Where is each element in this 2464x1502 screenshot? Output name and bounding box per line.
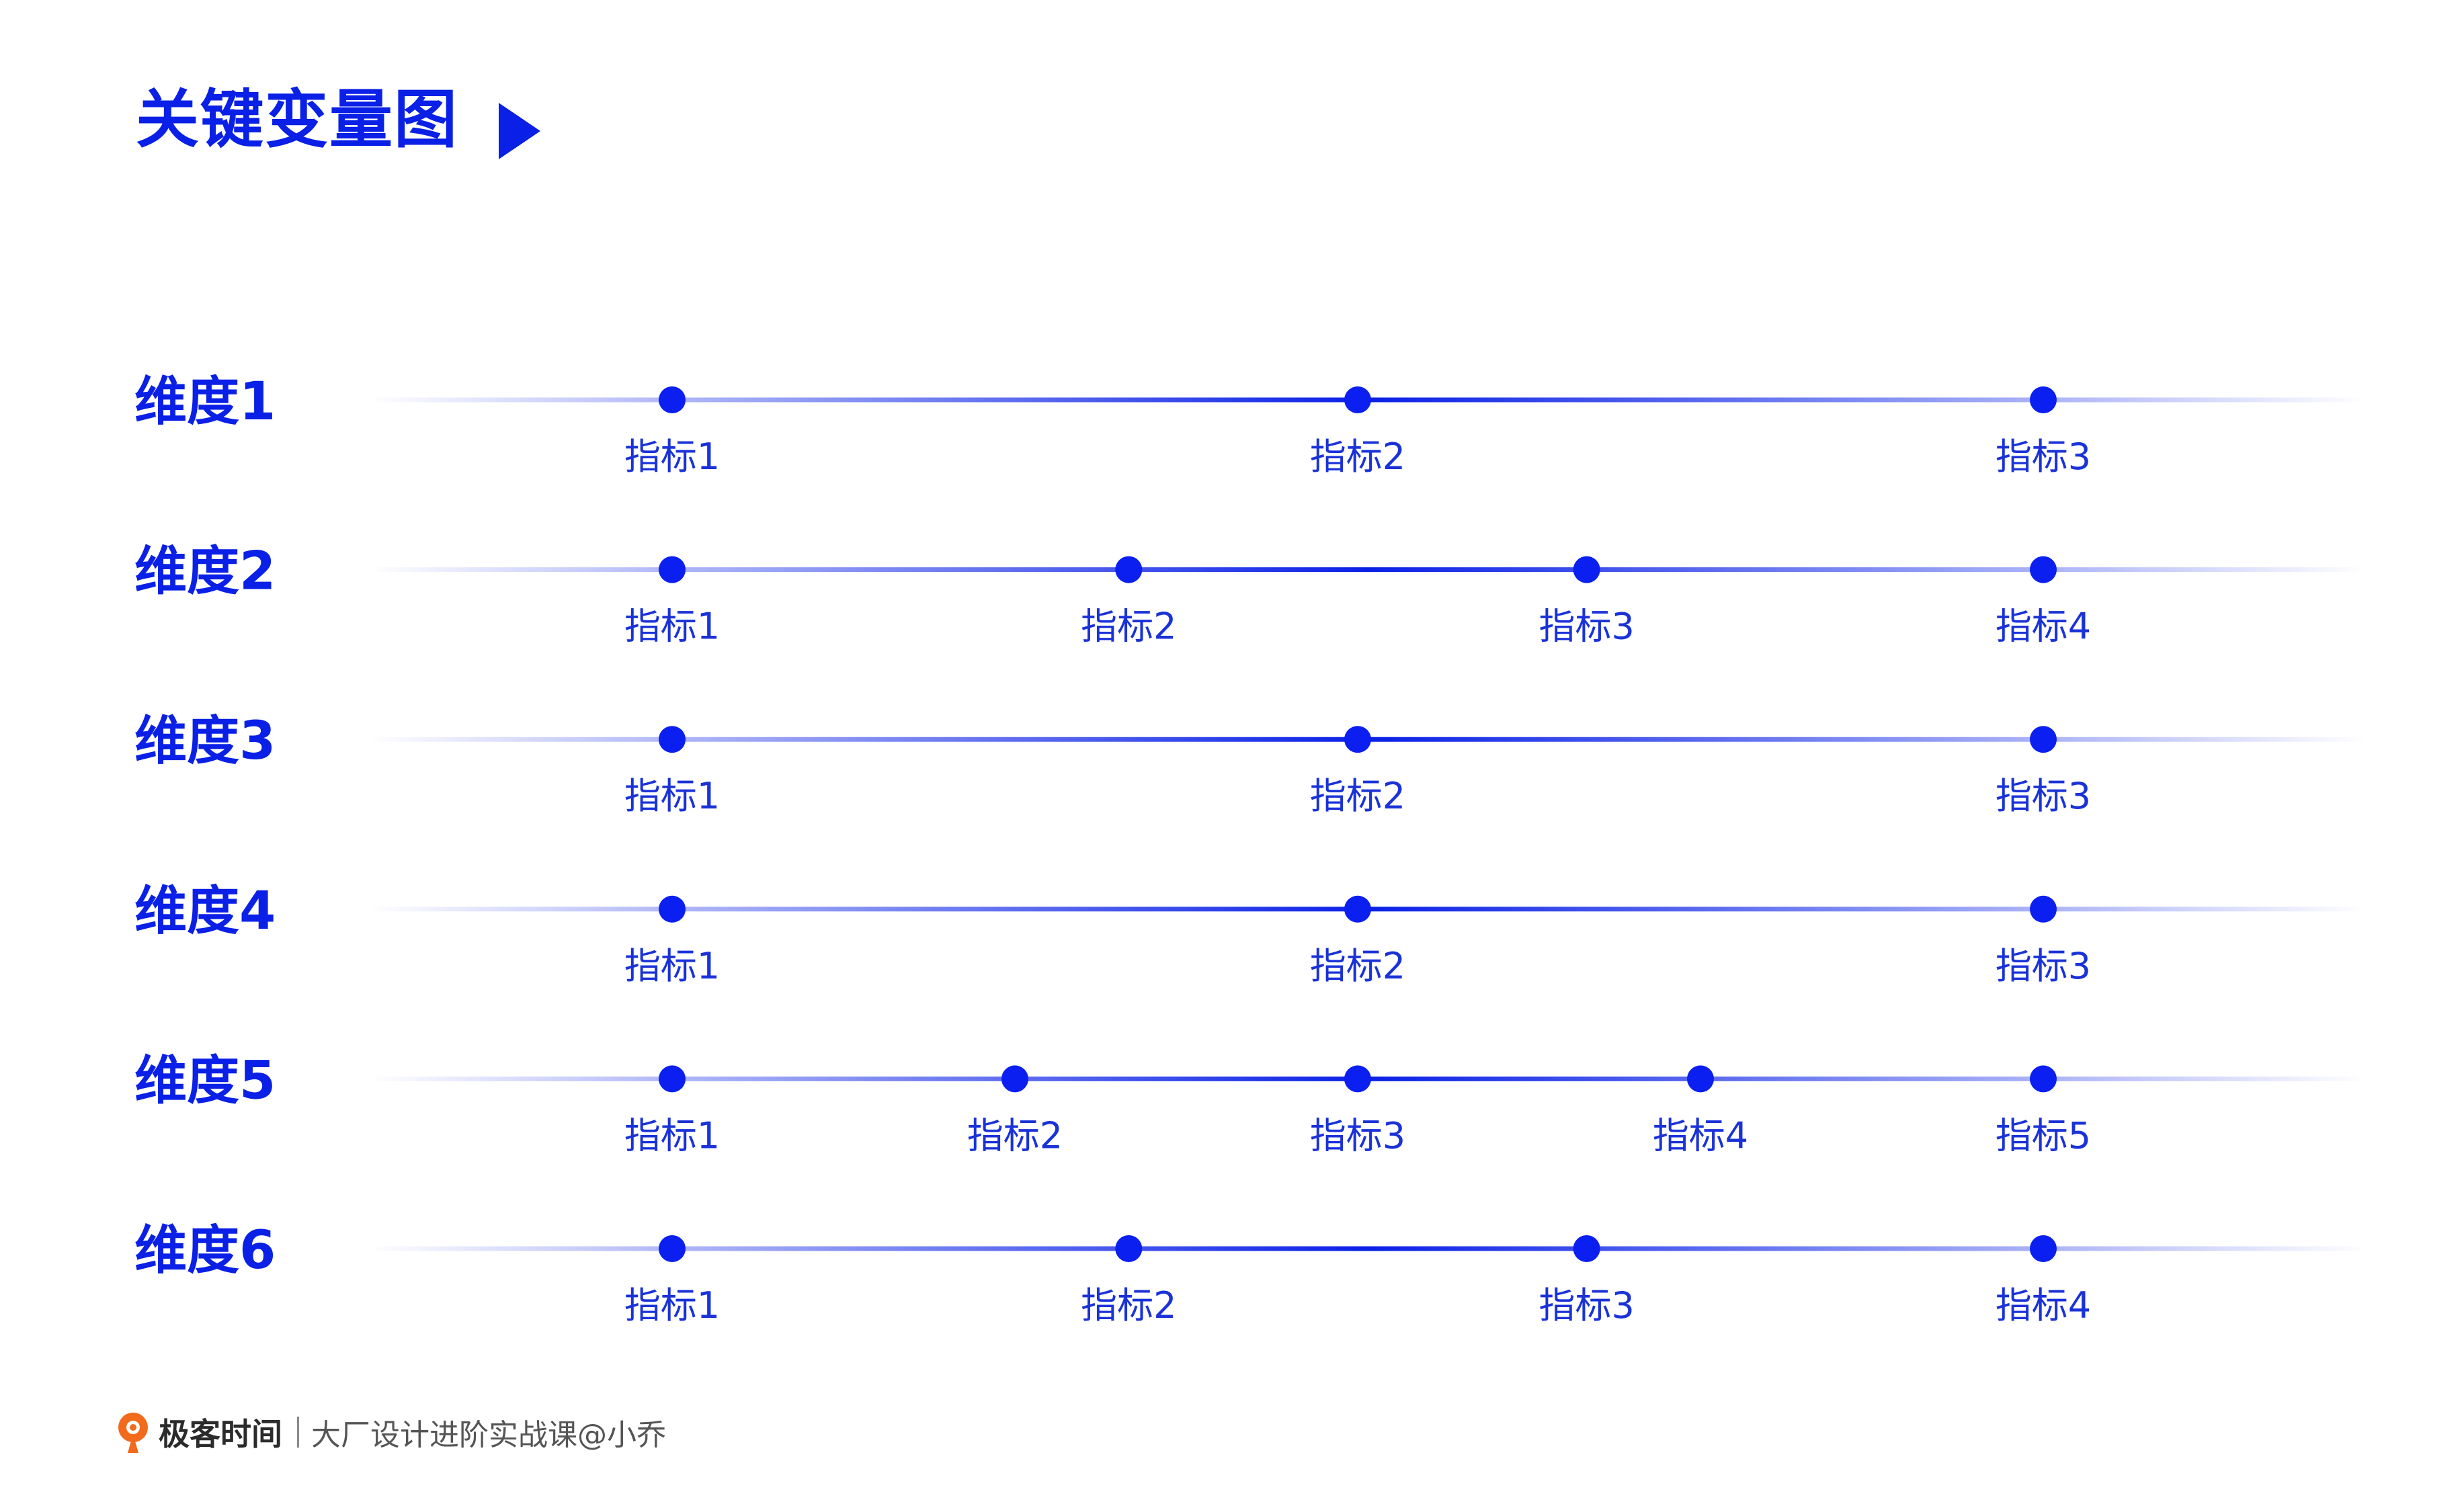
dimension-row: 维度3 指标1 指标2 指标3	[134, 711, 2366, 817]
indicator-label: 指标2	[1081, 1284, 1176, 1327]
indicator-dot	[1115, 1235, 1143, 1262]
dimension-label: 维度5	[134, 1050, 276, 1111]
dimension-label: 维度2	[134, 542, 276, 602]
indicator-label: 指标3	[1996, 775, 2091, 817]
indicator-dot	[1344, 726, 1371, 753]
indicator-label: 指标4	[1996, 606, 2091, 648]
indicator-label: 指标1	[624, 1114, 720, 1157]
indicator-dot	[2030, 1065, 2057, 1093]
footer-divider	[297, 1417, 299, 1448]
indicator-dot	[2030, 386, 2057, 413]
indicator-dot	[1001, 1065, 1028, 1093]
indicator-label: 指标1	[624, 775, 720, 817]
indicator-dot	[1687, 1065, 1714, 1093]
dimension-label: 维度4	[134, 881, 276, 942]
indicator-label: 指标3	[1539, 1284, 1635, 1327]
indicator-label: 指标1	[624, 1284, 720, 1327]
indicator-dot	[659, 556, 686, 583]
indicator-dot	[2030, 895, 2057, 923]
indicator-label: 指标1	[624, 945, 720, 987]
indicator-label: 指标4	[1653, 1114, 1748, 1157]
dimension-label: 维度6	[134, 1220, 276, 1281]
indicator-dot	[2030, 1235, 2057, 1262]
indicator-dot	[1115, 556, 1143, 583]
dimension-row: 维度5 指标1 指标2 指标3 指标4 指标5	[134, 1050, 2366, 1157]
footer: 极客时间 大厂设计进阶实战课@小乔	[114, 1410, 666, 1454]
indicator-dot	[2030, 726, 2057, 753]
footer-course: 大厂设计进阶实战课@小乔	[311, 1418, 666, 1452]
indicator-label: 指标3	[1996, 435, 2091, 478]
indicator-dot	[659, 895, 686, 923]
indicator-label: 指标2	[1310, 775, 1405, 817]
indicator-label: 指标4	[1996, 1284, 2091, 1327]
indicator-dot	[659, 1235, 686, 1262]
dimension-label: 维度3	[134, 711, 276, 771]
indicator-label: 指标3	[1996, 945, 2091, 987]
dimension-row: 维度6 指标1 指标2 指标3 指标4	[134, 1220, 2366, 1327]
indicator-dot	[1573, 556, 1600, 583]
indicator-label: 指标2	[967, 1114, 1063, 1157]
indicator-dot	[659, 726, 686, 753]
indicator-dot	[1344, 1065, 1371, 1093]
indicator-dot	[2030, 556, 2057, 583]
dimension-row: 维度4 指标1 指标2 指标3	[134, 881, 2366, 987]
indicator-dot	[1344, 895, 1371, 923]
footer-brand: 极客时间	[159, 1416, 282, 1452]
indicator-label: 指标2	[1310, 435, 1405, 478]
indicator-label: 指标1	[624, 435, 720, 478]
indicator-dot	[659, 386, 686, 413]
indicator-label: 指标3	[1310, 1114, 1405, 1157]
geektime-logo-icon	[118, 1413, 148, 1453]
dimension-row: 维度1 指标1 指标2 指标3	[134, 372, 2366, 478]
indicator-dot	[1344, 386, 1371, 413]
indicator-label: 指标2	[1081, 606, 1176, 648]
indicator-dot	[659, 1065, 686, 1093]
indicator-label: 指标3	[1539, 606, 1635, 648]
key-variable-diagram: 维度1指标1 指标2 指标3维度2指标1 指标2 指标3 指标4维度3指标1 指标2 指标3维…	[134, 372, 2366, 1327]
indicator-label: 指标2	[1310, 945, 1405, 987]
indicator-dot	[1573, 1235, 1600, 1262]
indicator-label: 指标1	[624, 606, 720, 648]
dimension-row: 维度2 指标1 指标2 指标3 指标4	[134, 542, 2366, 648]
dimension-label: 维度1	[134, 372, 276, 432]
indicator-label: 指标5	[1996, 1114, 2091, 1157]
